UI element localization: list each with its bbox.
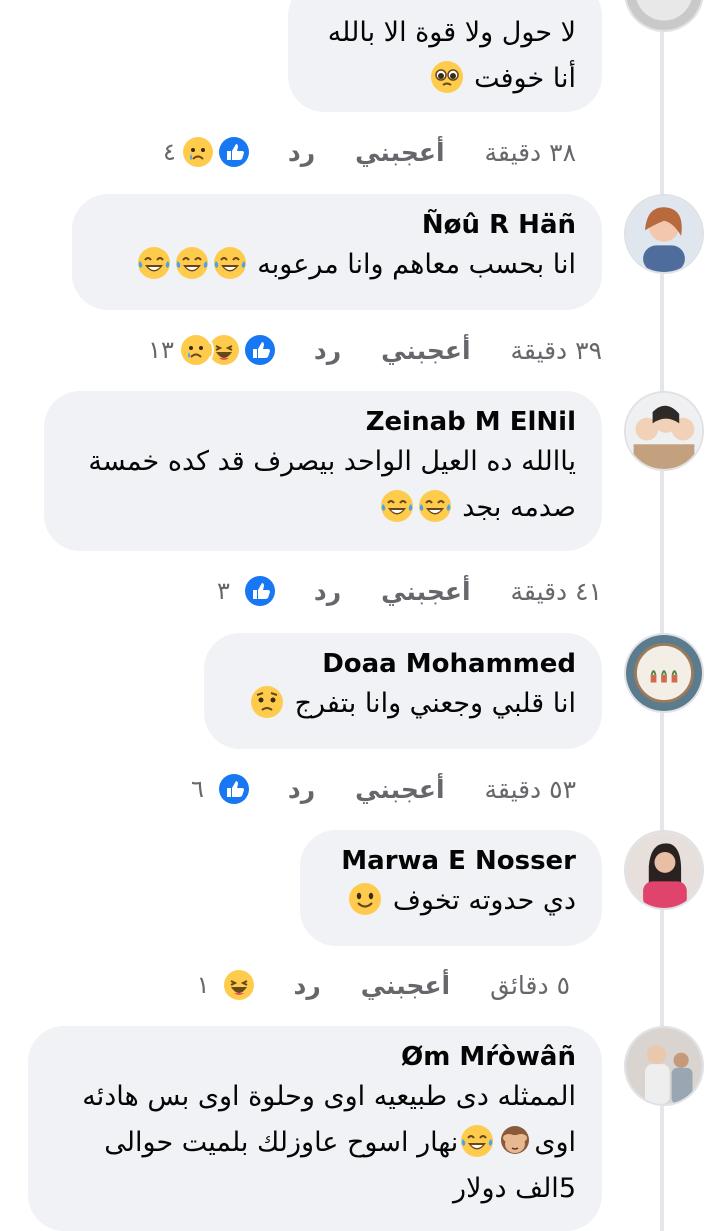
reply-button[interactable]: رد [288,138,315,167]
reaction-count: ٦ [191,775,204,803]
haha-reaction-icon [221,967,258,1003]
like-reaction-icon [215,134,252,170]
avatar[interactable] [624,0,704,32]
comment-bubble[interactable]: Ñøû R Häñ انا بحسب معاهم وانا مرعوبه [72,194,602,310]
like-button[interactable]: أعجبني [361,971,450,1000]
reaction-count: ٣ [217,577,230,605]
reaction-summary[interactable]: ١ [197,967,258,1003]
tears-of-joy-icon [460,1124,494,1158]
reply-button[interactable]: رد [293,971,320,1000]
like-reaction-icon [241,573,278,609]
avatar-photo-icon [626,393,702,469]
comment-meta: ٣٨ دقيقة أعجبني رد ٤ [163,132,576,172]
comment-author[interactable]: Doaa Mohammed [230,647,576,681]
comment-text-line: 5الف دولار [453,1173,576,1204]
reply-button[interactable]: رد [314,577,341,606]
comment-text-line: الممثله دى طبيعيه اوى وحلوة اوى بس هادئه [82,1081,576,1112]
tears-of-joy-icon [137,246,171,280]
avatar-photo-icon [626,196,702,272]
reaction-summary[interactable]: ١٣ [148,332,278,368]
comment-time[interactable]: ٣٩ دقيقة [511,336,602,365]
avatar-photo-icon [626,832,702,908]
sad-reaction-icon [177,332,214,368]
comment-bubble[interactable]: Marwa E Nosser دي حدوته تخوف [300,830,602,946]
reply-button[interactable]: رد [314,336,341,365]
comment-time[interactable]: ٣٨ دقيقة [485,138,576,167]
reaction-count: ٤ [163,138,176,166]
pleading-face-icon [430,60,464,94]
reaction-summary[interactable]: ٤ [163,134,252,170]
comment-bubble[interactable]: لا حول ولا قوة الا بالله أنا خوفت [288,0,602,112]
avatar-photo-icon [626,0,702,30]
comment-author[interactable]: Ñøû R Häñ [98,208,576,242]
reaction-summary[interactable]: ٦ [191,771,252,807]
tears-of-joy-icon [418,489,452,523]
comment-text-line: لا حول ولا قوة الا بالله [327,17,576,48]
avatar[interactable] [624,830,704,910]
like-button[interactable]: أعجبني [355,138,444,167]
comment-time[interactable]: ٥ دقائق [490,971,570,1000]
reaction-count: ١ [196,971,210,999]
comment-time[interactable]: ٥٣ دقيقة [485,775,576,804]
reply-button[interactable]: رد [288,775,315,804]
sad-reaction-icon [179,134,216,170]
comment-text-line: انا بحسب معاهم وانا مرعوبه [98,242,576,288]
tears-of-joy-icon [175,246,209,280]
comment-text-line: ياالله ده العيل الواحد بيصرف قد كده خمسة [88,446,576,477]
comment-bubble[interactable]: Zeinab M ElNil ياالله ده العيل الواحد بي… [44,391,602,551]
comment-text-line: صدمه بجد [70,485,576,531]
slight-smile-icon [348,882,382,916]
reaction-summary[interactable]: ٣ [217,573,278,609]
comment-meta: ٥ دقائق أعجبني رد ١ [197,965,570,1005]
comment-text-line: انا قلبي وجعني وانا بتفرج [230,681,576,727]
avatar[interactable] [624,1026,704,1106]
comment-author[interactable]: Zeinab M ElNil [70,405,576,439]
tears-of-joy-icon [213,246,247,280]
comment-bubble[interactable]: Doaa Mohammed انا قلبي وجعني وانا بتفرج [204,633,602,749]
avatar-photo-icon [626,1028,702,1104]
avatar[interactable] [624,633,704,713]
comment-meta: ٥٣ دقيقة أعجبني رد ٦ [191,769,576,809]
comment-text-line: اوى نهار اسوح عاوزلك بلميت حوالى [54,1120,576,1166]
avatar[interactable] [624,391,704,471]
comment-time[interactable]: ٤١ دقيقة [511,577,602,606]
like-reaction-icon [215,771,252,807]
tears-of-joy-icon [380,489,414,523]
like-button[interactable]: أعجبني [355,775,444,804]
avatar-photo-icon [626,635,702,711]
comment-meta: ٣٩ دقيقة أعجبني رد ١٣ [148,330,602,370]
comment-text-line: أنا خوفت [314,56,576,102]
worried-face-icon [250,685,284,719]
see-no-evil-monkey-icon [498,1124,532,1158]
like-reaction-icon [241,332,278,368]
comment-author[interactable]: Øm Mŕòwâñ [54,1040,576,1074]
like-button[interactable]: أعجبني [381,577,470,606]
comment-bubble[interactable]: Øm Mŕòwâñ الممثله دى طبيعيه اوى وحلوة او… [28,1026,602,1231]
comment-meta: ٤١ دقيقة أعجبني رد ٣ [217,571,602,611]
comment-author[interactable]: Marwa E Nosser [326,844,576,878]
reaction-count: ١٣ [148,336,174,364]
avatar[interactable] [624,194,704,274]
like-button[interactable]: أعجبني [381,336,470,365]
comment-text-line: دي حدوته تخوف [326,878,576,924]
